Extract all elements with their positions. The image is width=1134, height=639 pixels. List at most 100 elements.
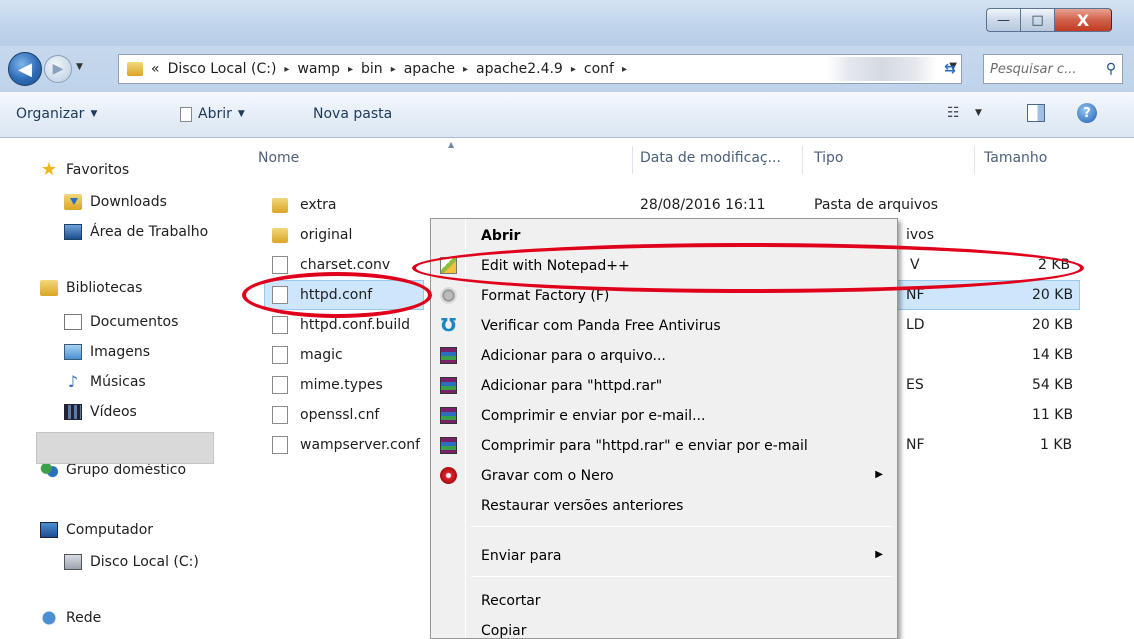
menu-item-add-rar[interactable]: Adicionar para "httpd.rar" xyxy=(431,371,897,401)
menu-item-panda-scan[interactable]: Ʊ Verificar com Panda Free Antivirus xyxy=(431,311,897,341)
file-type: V xyxy=(910,257,920,273)
nav-downloads[interactable]: Downloads xyxy=(64,194,167,210)
nav-label: Imagens xyxy=(90,344,151,360)
breadcrumb-separator-icon[interactable]: ▸ xyxy=(348,64,353,75)
nav-network[interactable]: Rede xyxy=(40,610,101,626)
breadcrumb-item[interactable]: apache xyxy=(404,61,455,77)
nav-documents[interactable]: Documentos xyxy=(64,314,178,330)
organize-button[interactable]: Organizar ▼ xyxy=(16,106,97,122)
file-type: LD xyxy=(906,317,925,333)
chevron-down-icon[interactable]: ▼ xyxy=(975,108,982,118)
documents-icon xyxy=(64,314,82,330)
breadcrumb-item[interactable]: apache2.4.9 xyxy=(476,61,563,77)
nav-label: Grupo doméstico xyxy=(66,462,187,478)
back-button[interactable]: ◀ xyxy=(8,52,42,86)
search-input[interactable]: Pesquisar c... xyxy=(990,62,1100,77)
forward-button[interactable]: ▶ xyxy=(44,55,72,83)
file-name: original xyxy=(300,227,353,243)
menu-item-restore-versions[interactable]: Restaurar versões anteriores xyxy=(431,491,897,521)
nav-label: Bibliotecas xyxy=(66,280,143,296)
menu-item-edit-notepad[interactable]: Edit with Notepad++ xyxy=(431,251,897,281)
menu-item-label: Format Factory (F) xyxy=(481,288,610,304)
column-divider[interactable] xyxy=(632,146,633,174)
breadcrumb-separator-icon[interactable]: ▸ xyxy=(571,64,576,75)
column-header-name[interactable]: Nome xyxy=(258,150,299,166)
menu-item-compress-email[interactable]: Comprimir e enviar por e-mail... xyxy=(431,401,897,431)
search-icon[interactable]: ⚲ xyxy=(1100,61,1122,77)
new-folder-button[interactable]: Nova pasta xyxy=(313,106,392,122)
column-divider[interactable] xyxy=(802,146,803,174)
navigation-pane: ★ Favoritos Downloads Área de Trabalho B… xyxy=(0,138,238,639)
help-icon[interactable]: ? xyxy=(1077,103,1097,123)
nav-libraries[interactable]: Bibliotecas xyxy=(40,280,142,296)
minimize-button[interactable]: — xyxy=(986,8,1020,32)
breadcrumb-separator-icon[interactable]: ▸ xyxy=(463,64,468,75)
nav-computer[interactable]: Computador xyxy=(40,522,153,538)
nav-favorites[interactable]: ★ Favoritos xyxy=(40,161,129,179)
menu-item-compress-rar-email[interactable]: Comprimir para "httpd.rar" e enviar por … xyxy=(431,431,897,461)
breadcrumb-item[interactable]: bin xyxy=(361,61,383,77)
winrar-icon xyxy=(440,407,457,424)
sort-ascending-icon: ▲ xyxy=(448,140,455,149)
breadcrumb-item[interactable]: Disco Local (C:) xyxy=(168,61,277,77)
folder-icon xyxy=(272,228,288,243)
desktop-icon xyxy=(64,224,82,240)
breadcrumb: « Disco Local (C:) ▸ wamp ▸ bin ▸ apache… xyxy=(151,61,635,77)
breadcrumb-separator-icon[interactable]: ▸ xyxy=(284,64,289,75)
close-button[interactable]: X xyxy=(1054,8,1112,32)
file-name: extra xyxy=(300,197,337,213)
pictures-icon xyxy=(64,344,82,360)
column-header-type[interactable]: Tipo xyxy=(814,150,843,166)
menu-item-cut[interactable]: Recortar xyxy=(431,586,897,616)
libraries-icon xyxy=(40,280,58,296)
search-box[interactable]: Pesquisar c... ⚲ xyxy=(983,54,1123,84)
table-row[interactable]: extra 28/08/2016 16:11 Pasta de arquivos xyxy=(238,190,1134,220)
breadcrumb-overflow[interactable]: « xyxy=(151,61,160,77)
nav-images[interactable]: Imagens xyxy=(64,344,150,360)
nav-local-disk[interactable]: Disco Local (C:) xyxy=(64,554,199,570)
file-type: NF xyxy=(906,437,925,453)
menu-item-format-factory[interactable]: Format Factory (F) xyxy=(431,281,897,311)
column-header-date[interactable]: Data de modificaç... xyxy=(640,150,781,166)
menu-item-copy[interactable]: Copiar xyxy=(431,616,897,639)
menu-item-add-archive[interactable]: Adicionar para o arquivo... xyxy=(431,341,897,371)
breadcrumb-item[interactable]: wamp xyxy=(297,61,340,77)
menu-item-label: Adicionar para "httpd.rar" xyxy=(481,378,663,394)
nav-label: Rede xyxy=(66,610,102,626)
file-icon xyxy=(272,406,288,424)
open-button[interactable]: Abrir ▼ xyxy=(180,106,245,122)
file-size: 11 KB xyxy=(1032,407,1074,423)
preview-pane-icon[interactable] xyxy=(1027,104,1045,122)
maximize-button[interactable]: □ xyxy=(1020,8,1054,32)
nav-desktop[interactable]: Área de Trabalho xyxy=(64,224,208,240)
address-bar[interactable]: « Disco Local (C:) ▸ wamp ▸ bin ▸ apache… xyxy=(118,54,962,84)
menu-item-label: Comprimir e enviar por e-mail... xyxy=(481,408,706,424)
command-bar: Organizar ▼ Abrir ▼ Nova pasta ☷ ▼ ? xyxy=(0,92,1134,138)
refresh-icon[interactable]: ⇆ xyxy=(936,55,964,83)
menu-item-open[interactable]: Abrir xyxy=(431,221,897,251)
column-header-size[interactable]: Tamanho xyxy=(984,150,1047,166)
file-size: 14 KB xyxy=(1032,347,1074,363)
navigation-bar: ◀ ▶ ▼ « Disco Local (C:) ▸ wamp ▸ bin ▸ … xyxy=(0,46,1134,92)
nav-videos[interactable]: Vídeos xyxy=(64,404,137,420)
folder-icon xyxy=(272,198,288,213)
submenu-arrow-icon: ▶ xyxy=(875,549,883,560)
breadcrumb-item[interactable]: conf xyxy=(584,61,614,77)
breadcrumb-separator-icon[interactable]: ▸ xyxy=(622,64,627,75)
nav-label: Disco Local (C:) xyxy=(90,554,199,570)
menu-item-nero[interactable]: Gravar com o Nero ▶ xyxy=(431,461,897,491)
downloads-folder-icon xyxy=(64,194,82,210)
menu-item-send-to[interactable]: Enviar para ▶ xyxy=(431,541,897,571)
breadcrumb-separator-icon[interactable]: ▸ xyxy=(391,64,396,75)
menu-item-label: Copiar xyxy=(481,623,527,639)
submenu-arrow-icon: ▶ xyxy=(875,469,883,480)
file-type: NF xyxy=(906,287,925,303)
recent-pages-dropdown[interactable]: ▼ xyxy=(76,62,83,72)
music-icon: ♪ xyxy=(67,372,79,391)
nav-homegroup[interactable]: Grupo doméstico xyxy=(40,462,186,478)
nav-music[interactable]: ♪ Músicas xyxy=(64,372,146,391)
file-name: wampserver.conf xyxy=(300,437,421,453)
file-name: httpd.conf xyxy=(300,287,373,303)
view-options-icon[interactable]: ☷ xyxy=(947,105,960,121)
column-divider[interactable] xyxy=(974,146,975,174)
